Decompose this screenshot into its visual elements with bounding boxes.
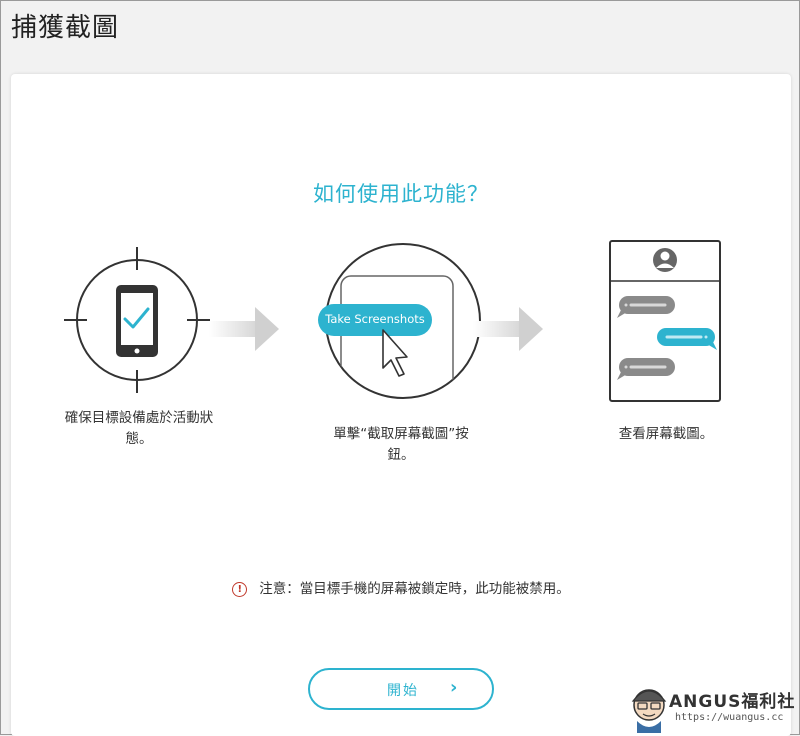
arrow-right-icon	[473, 307, 543, 351]
info-icon: !	[232, 582, 248, 597]
watermark-logo: ANGUS福利社 https://wuangus.cc	[629, 681, 799, 735]
how-to-heading: 如何使用此功能？	[313, 182, 489, 206]
step-2-caption: 單擊“截取屏幕截圖”按 鈕。	[333, 426, 469, 463]
step-ensure-active	[61, 247, 221, 397]
chevron-right-icon: ›	[450, 677, 458, 698]
step-3-caption: 查看屏幕截圖。	[618, 426, 714, 442]
main-card: 如何使用此功能？ 確保目標設備處於活動狀 態。 Take Screenshots…	[11, 74, 791, 736]
take-screenshots-pill-label: Take Screenshots	[325, 312, 425, 326]
chat-screenshot-illustration	[609, 240, 721, 402]
arrow-right-icon	[209, 307, 279, 351]
page-title: 捕獲截圖	[11, 13, 120, 43]
start-button[interactable]: 開始 ›	[308, 668, 494, 710]
step-take-screenshot: Take Screenshots	[311, 238, 491, 408]
step-view-screenshot	[609, 240, 723, 404]
mascot-icon	[631, 689, 667, 733]
target-phone-icon	[64, 247, 210, 393]
step-1-caption: 確保目標設備處於活動狀 態。	[64, 410, 214, 447]
lock-screen-note: ! 注意：當目標手機的屏幕被鎖定時，此功能被禁用。	[11, 577, 791, 597]
